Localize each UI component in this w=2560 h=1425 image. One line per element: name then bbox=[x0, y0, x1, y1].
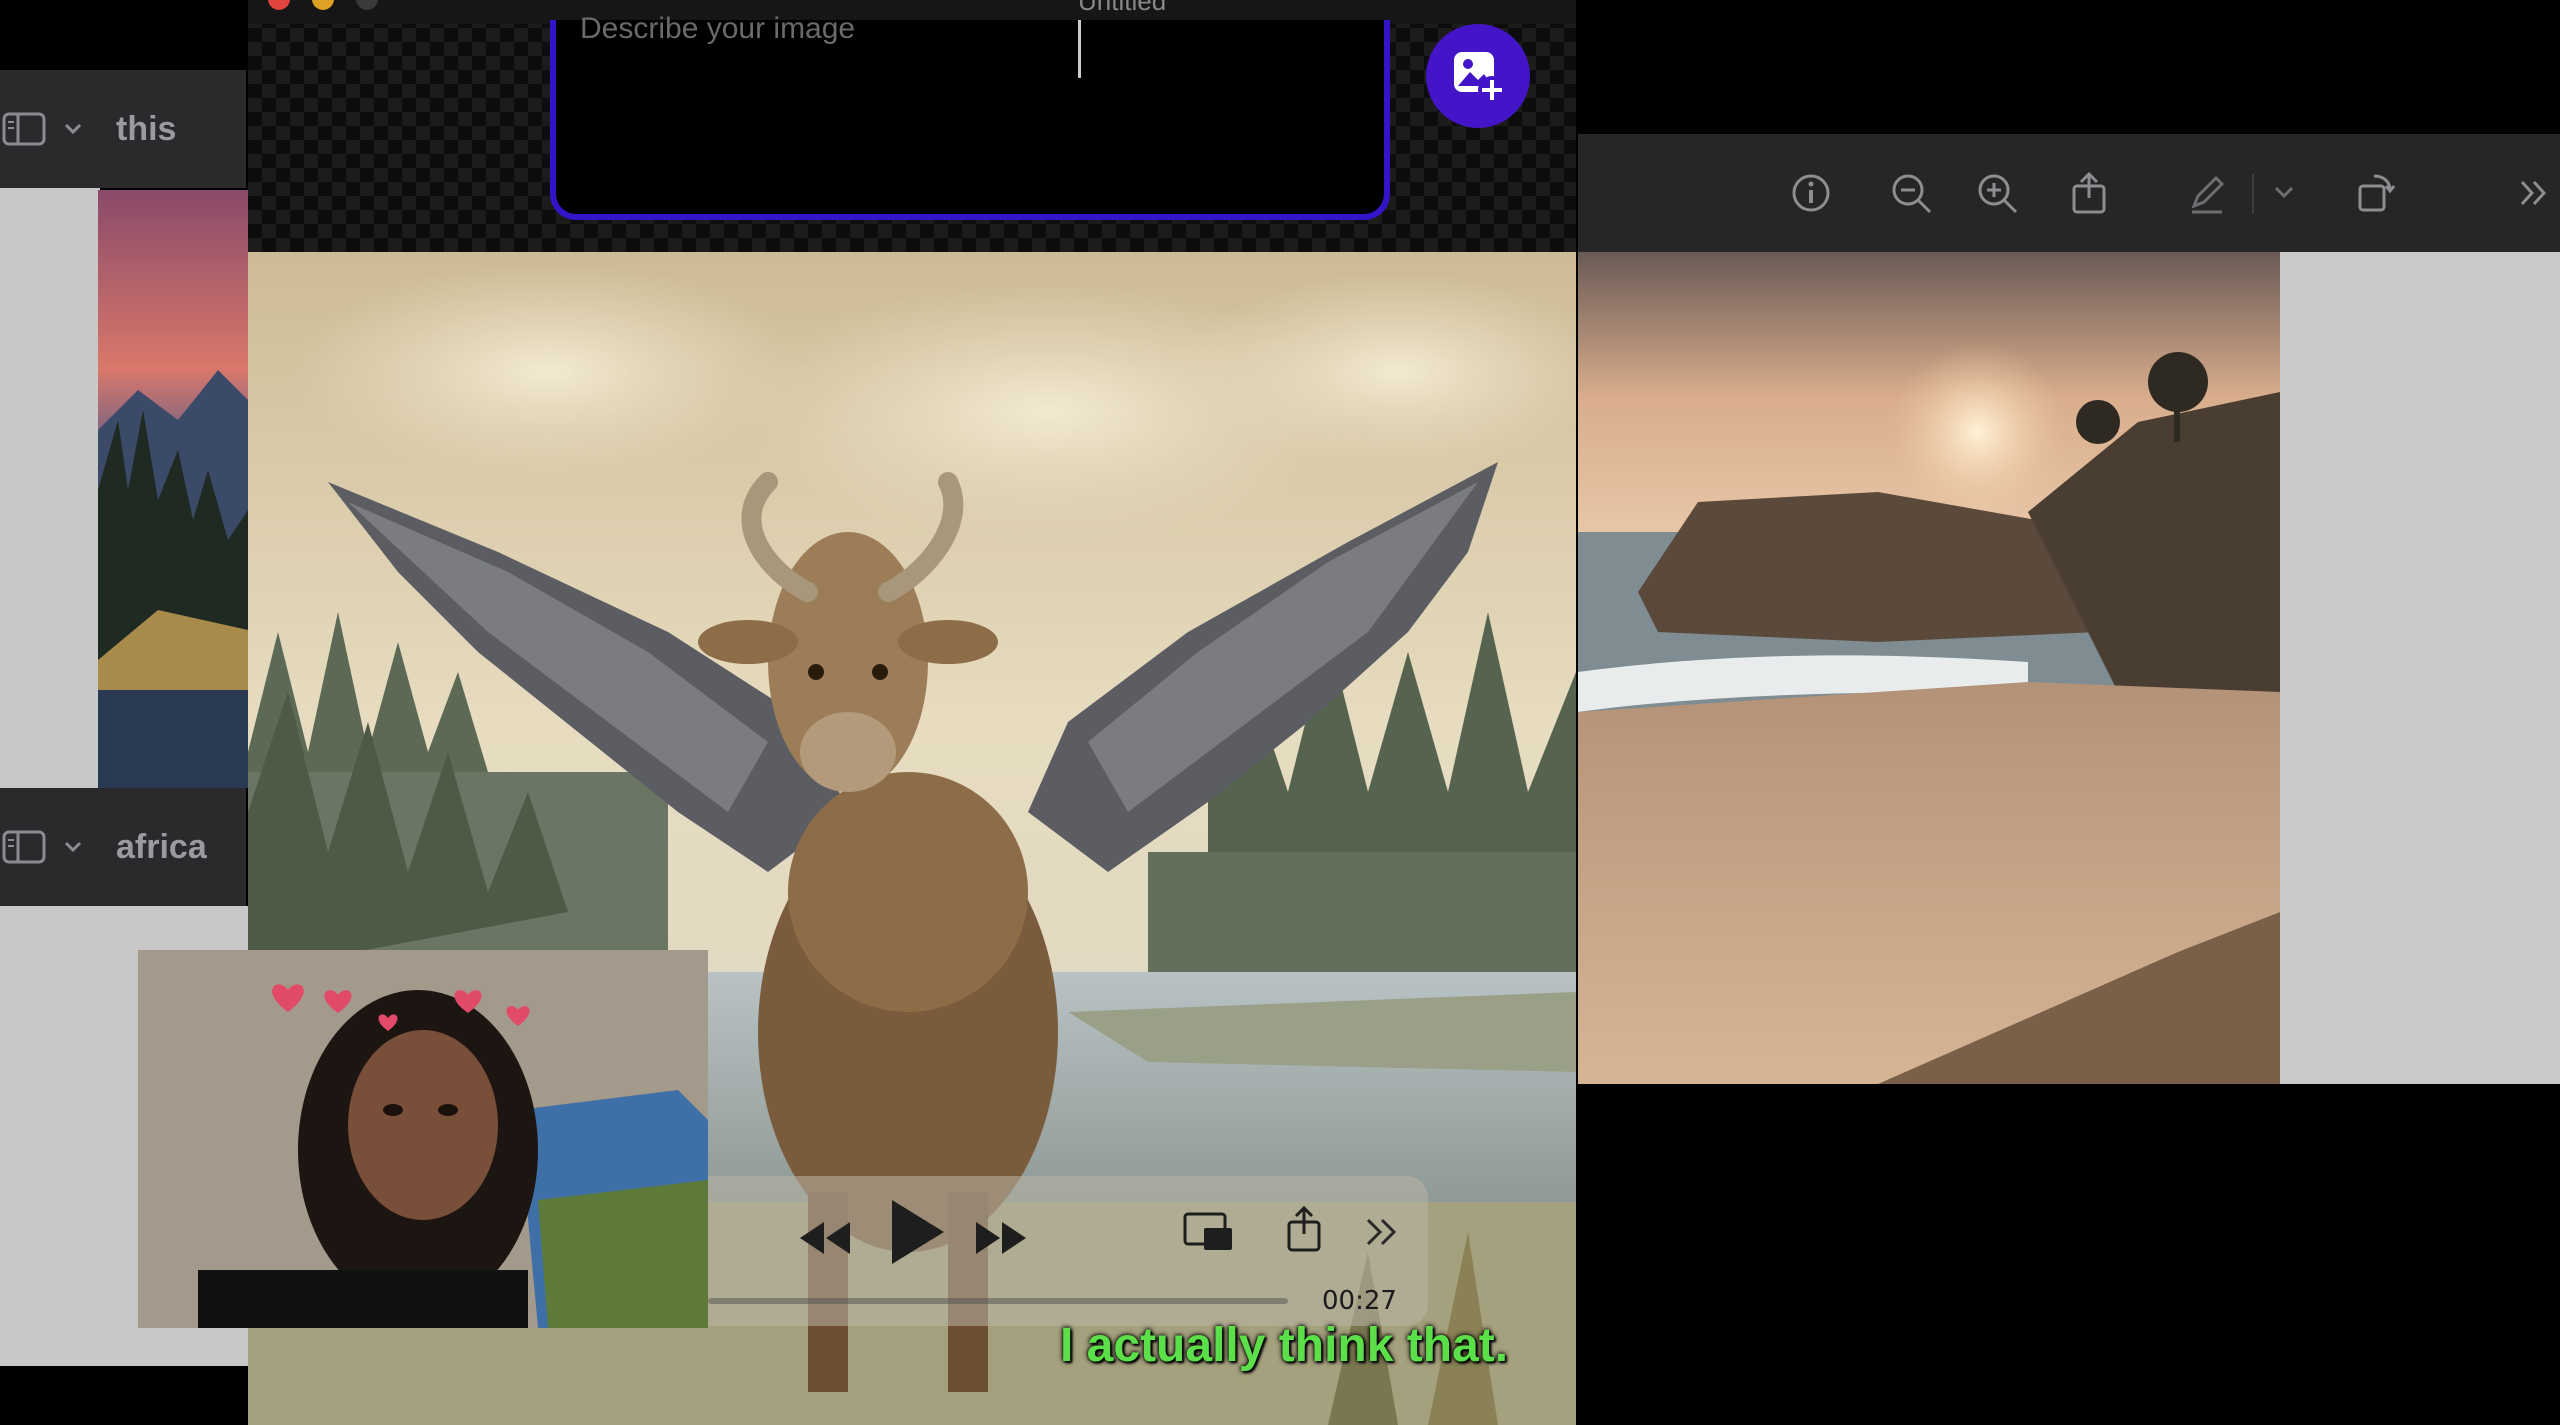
prompt-input-box[interactable]: Describe your image bbox=[550, 12, 1390, 220]
add-photo-icon bbox=[1454, 52, 1506, 104]
image-viewer-window bbox=[1578, 134, 2560, 1084]
info-icon[interactable] bbox=[1788, 170, 1834, 216]
text-cursor bbox=[1078, 20, 1081, 78]
chevron-down-icon[interactable] bbox=[64, 123, 82, 135]
document-tab[interactable]: Untitled bbox=[1078, 0, 1166, 17]
share-icon[interactable] bbox=[2066, 170, 2112, 216]
webcam-feed bbox=[138, 950, 708, 1328]
left-window-bottom-toolbar: africa bbox=[0, 788, 246, 906]
subtitle-caption: I actually think that. bbox=[1060, 1319, 1509, 1372]
beach-sunset-image bbox=[1578, 252, 2280, 1084]
zoom-in-icon[interactable] bbox=[1974, 170, 2020, 216]
rotate-icon[interactable] bbox=[2352, 170, 2398, 216]
playback-progress-bar[interactable] bbox=[708, 1298, 1288, 1304]
toolbar-divider bbox=[2252, 174, 2254, 214]
play-icon[interactable] bbox=[884, 1196, 948, 1268]
webcam-overlay bbox=[138, 950, 708, 1328]
sidebar-toggle-icon[interactable] bbox=[2, 830, 46, 864]
viewer-toolbar bbox=[1578, 134, 2560, 252]
left-window-title: africa bbox=[116, 827, 207, 866]
sidebar-toggle-icon[interactable] bbox=[2, 112, 46, 146]
fast-forward-icon[interactable] bbox=[974, 1218, 1030, 1258]
left-window-top-toolbar: this bbox=[0, 70, 246, 188]
zoom-window-button[interactable] bbox=[356, 0, 378, 10]
more-chevrons-icon[interactable] bbox=[2512, 170, 2558, 216]
elapsed-time: 00:27 bbox=[1322, 1286, 1397, 1316]
more-chevrons-icon[interactable] bbox=[1362, 1212, 1402, 1252]
rewind-icon[interactable] bbox=[796, 1218, 852, 1258]
chevron-down-icon[interactable] bbox=[64, 841, 82, 853]
mountain-lake-thumbnail bbox=[98, 190, 248, 788]
prompt-placeholder: Describe your image bbox=[580, 12, 856, 45]
video-player-controls: 00:27 bbox=[708, 1176, 1428, 1326]
chevron-down-icon[interactable] bbox=[2272, 182, 2296, 202]
minimize-window-button[interactable] bbox=[312, 0, 334, 10]
add-image-button[interactable] bbox=[1426, 24, 1530, 128]
share-icon[interactable] bbox=[1284, 1204, 1324, 1254]
markup-pen-icon[interactable] bbox=[2184, 170, 2230, 216]
left-window-title: this bbox=[116, 109, 177, 148]
close-window-button[interactable] bbox=[268, 0, 290, 10]
image-generator-window: Untitled Describe your image bbox=[248, 0, 1576, 254]
zoom-out-icon[interactable] bbox=[1888, 170, 1934, 216]
left-window-content bbox=[0, 188, 100, 788]
picture-in-picture-icon[interactable] bbox=[1182, 1208, 1236, 1254]
